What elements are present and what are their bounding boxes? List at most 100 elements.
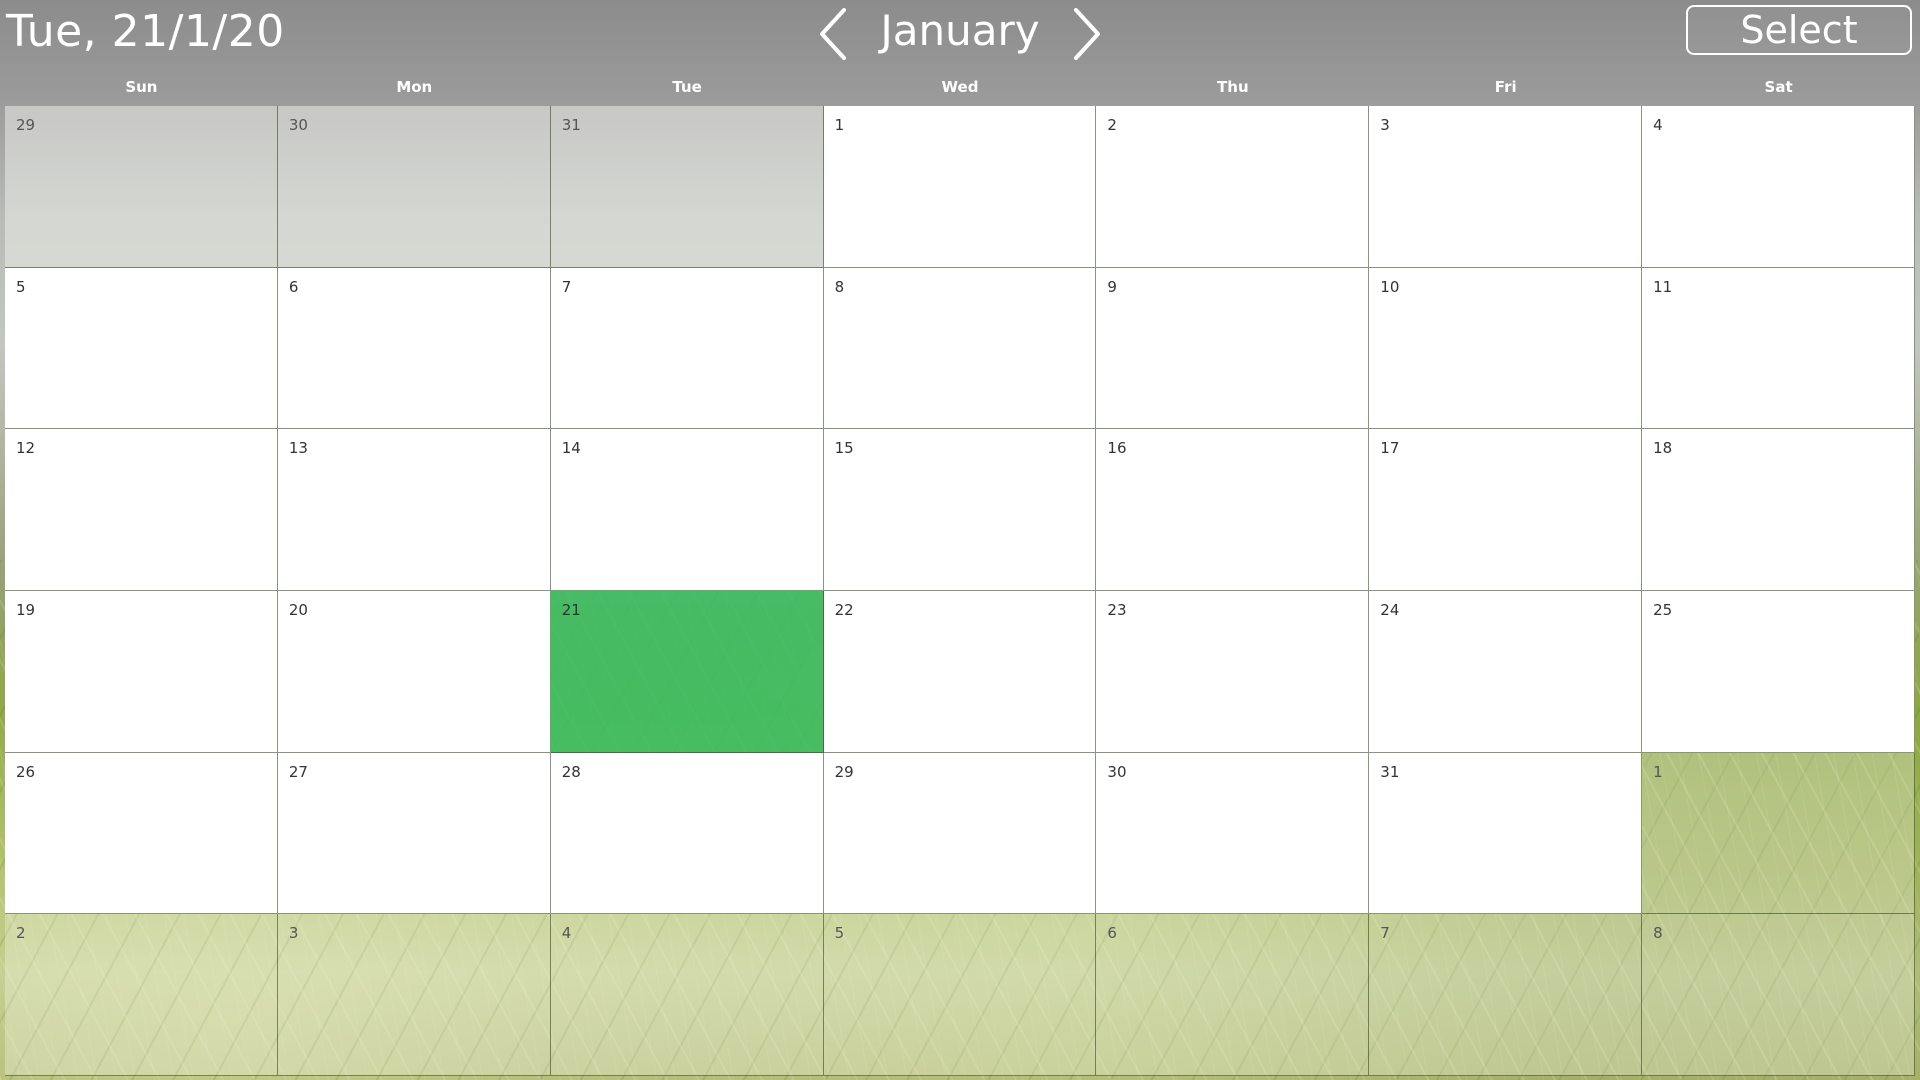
weekday-tue: Tue bbox=[672, 78, 702, 96]
chevron-left-icon bbox=[820, 8, 846, 60]
day-number: 31 bbox=[1380, 762, 1400, 781]
day-number: 13 bbox=[288, 439, 308, 458]
day-number: 21 bbox=[561, 601, 581, 619]
day-number: 29 bbox=[16, 116, 36, 134]
weekday-sun: Sun bbox=[125, 78, 158, 96]
day-number: 26 bbox=[16, 762, 36, 781]
day-number: 8 bbox=[1653, 924, 1663, 943]
day-cell-prev-month[interactable]: 31 bbox=[550, 106, 824, 268]
day-cell-next-month[interactable]: 7 bbox=[1369, 914, 1643, 1076]
day-number: 29 bbox=[834, 762, 854, 781]
day-cell[interactable]: 31 bbox=[1369, 752, 1643, 915]
day-cell[interactable]: 5 bbox=[5, 267, 278, 430]
day-cell[interactable]: 1 bbox=[823, 106, 1097, 268]
day-cell[interactable]: 4 bbox=[1642, 106, 1915, 268]
day-number: 7 bbox=[561, 277, 572, 296]
day-cell[interactable]: 11 bbox=[1642, 267, 1915, 430]
day-cell[interactable]: 16 bbox=[1096, 429, 1370, 591]
day-number: 30 bbox=[1107, 762, 1127, 781]
month-title: January bbox=[880, 6, 1040, 55]
day-cell-next-month[interactable]: 1 bbox=[1642, 752, 1915, 915]
weekday-thu: Thu bbox=[1217, 78, 1249, 96]
day-cell[interactable]: 6 bbox=[277, 267, 551, 430]
day-cell[interactable]: 18 bbox=[1642, 429, 1915, 591]
weekday-wed: Wed bbox=[941, 78, 979, 96]
day-number: 1 bbox=[834, 116, 845, 134]
day-number: 7 bbox=[1380, 924, 1390, 943]
day-cell[interactable]: 8 bbox=[823, 267, 1097, 430]
chevron-right-icon bbox=[1074, 8, 1100, 60]
day-cell[interactable]: 15 bbox=[823, 429, 1097, 591]
day-number: 6 bbox=[1107, 924, 1117, 943]
day-cell[interactable]: 13 bbox=[277, 429, 551, 591]
day-cell[interactable]: 3 bbox=[1369, 106, 1643, 268]
day-number: 20 bbox=[288, 601, 308, 619]
day-cell[interactable]: 14 bbox=[550, 429, 824, 591]
day-number: 16 bbox=[1107, 439, 1127, 458]
day-number: 27 bbox=[288, 762, 308, 781]
day-cell-next-month[interactable]: 8 bbox=[1642, 914, 1915, 1076]
day-number: 14 bbox=[561, 439, 581, 458]
day-cell-prev-month[interactable]: 30 bbox=[277, 106, 551, 268]
day-cell[interactable]: 2 bbox=[1096, 106, 1370, 268]
day-number: 6 bbox=[288, 277, 299, 296]
weekday-sat: Sat bbox=[1764, 78, 1793, 96]
day-number: 28 bbox=[561, 762, 581, 781]
day-number: 1 bbox=[1653, 762, 1663, 781]
day-cell[interactable]: 7 bbox=[550, 267, 824, 430]
day-cell[interactable]: 20 bbox=[277, 591, 551, 753]
day-cell-next-month[interactable]: 2 bbox=[5, 914, 278, 1076]
day-cell[interactable]: 9 bbox=[1096, 267, 1370, 430]
next-month-button[interactable] bbox=[1066, 6, 1106, 62]
day-cell[interactable]: 25 bbox=[1642, 591, 1915, 753]
day-cell[interactable]: 29 bbox=[823, 752, 1097, 915]
day-cell[interactable]: 22 bbox=[823, 591, 1097, 753]
weekday-fri: Fri bbox=[1494, 78, 1517, 96]
day-number: 23 bbox=[1107, 601, 1127, 619]
day-cell[interactable]: 10 bbox=[1369, 267, 1643, 430]
day-number: 5 bbox=[834, 924, 845, 943]
current-date: Tue, 21/1/20 bbox=[6, 6, 285, 57]
day-number: 2 bbox=[16, 924, 26, 943]
day-number: 8 bbox=[834, 277, 845, 296]
weekday-header-row: Sun Mon Tue Wed Thu Fri Sat bbox=[5, 76, 1915, 104]
day-number: 25 bbox=[1653, 601, 1673, 619]
day-cell-next-month[interactable]: 4 bbox=[550, 914, 824, 1076]
day-number: 17 bbox=[1380, 439, 1400, 458]
weekday-mon: Mon bbox=[396, 78, 433, 96]
day-number: 12 bbox=[16, 439, 36, 458]
day-number: 24 bbox=[1380, 601, 1400, 619]
prev-month-button[interactable] bbox=[814, 6, 854, 62]
day-cell-next-month[interactable]: 3 bbox=[277, 914, 551, 1076]
day-number: 2 bbox=[1107, 116, 1117, 134]
day-cell[interactable]: 27 bbox=[277, 752, 551, 915]
day-cell[interactable]: 17 bbox=[1369, 429, 1643, 591]
day-cell[interactable]: 28 bbox=[550, 752, 824, 915]
day-number: 19 bbox=[16, 601, 36, 619]
day-number: 30 bbox=[288, 116, 308, 134]
day-number: 18 bbox=[1653, 439, 1673, 458]
day-cell[interactable]: 12 bbox=[5, 429, 278, 591]
calendar-grid: 29 30 31 1 2 3 4 5 6 7 8 9 10 11 12 13 1… bbox=[5, 106, 1915, 1076]
day-cell[interactable]: 24 bbox=[1369, 591, 1643, 753]
day-number: 3 bbox=[288, 924, 299, 943]
day-number: 22 bbox=[834, 601, 854, 619]
select-button[interactable]: Select bbox=[1686, 5, 1912, 55]
day-number: 4 bbox=[561, 924, 572, 943]
day-cell-next-month[interactable]: 6 bbox=[1096, 914, 1370, 1076]
day-cell-next-month[interactable]: 5 bbox=[823, 914, 1097, 1076]
day-cell[interactable]: 19 bbox=[5, 591, 278, 753]
day-number: 10 bbox=[1380, 277, 1400, 296]
day-number: 15 bbox=[834, 439, 854, 458]
day-cell[interactable]: 30 bbox=[1096, 752, 1370, 915]
day-cell-selected[interactable]: 21 bbox=[550, 591, 824, 753]
day-cell-prev-month[interactable]: 29 bbox=[5, 106, 278, 268]
day-number: 3 bbox=[1380, 116, 1390, 134]
day-cell[interactable]: 23 bbox=[1096, 591, 1370, 753]
day-number: 9 bbox=[1107, 277, 1117, 296]
day-number: 31 bbox=[561, 116, 581, 134]
day-cell[interactable]: 26 bbox=[5, 752, 278, 915]
day-number: 11 bbox=[1653, 277, 1673, 296]
day-number: 4 bbox=[1653, 116, 1663, 134]
day-number: 5 bbox=[16, 277, 26, 296]
